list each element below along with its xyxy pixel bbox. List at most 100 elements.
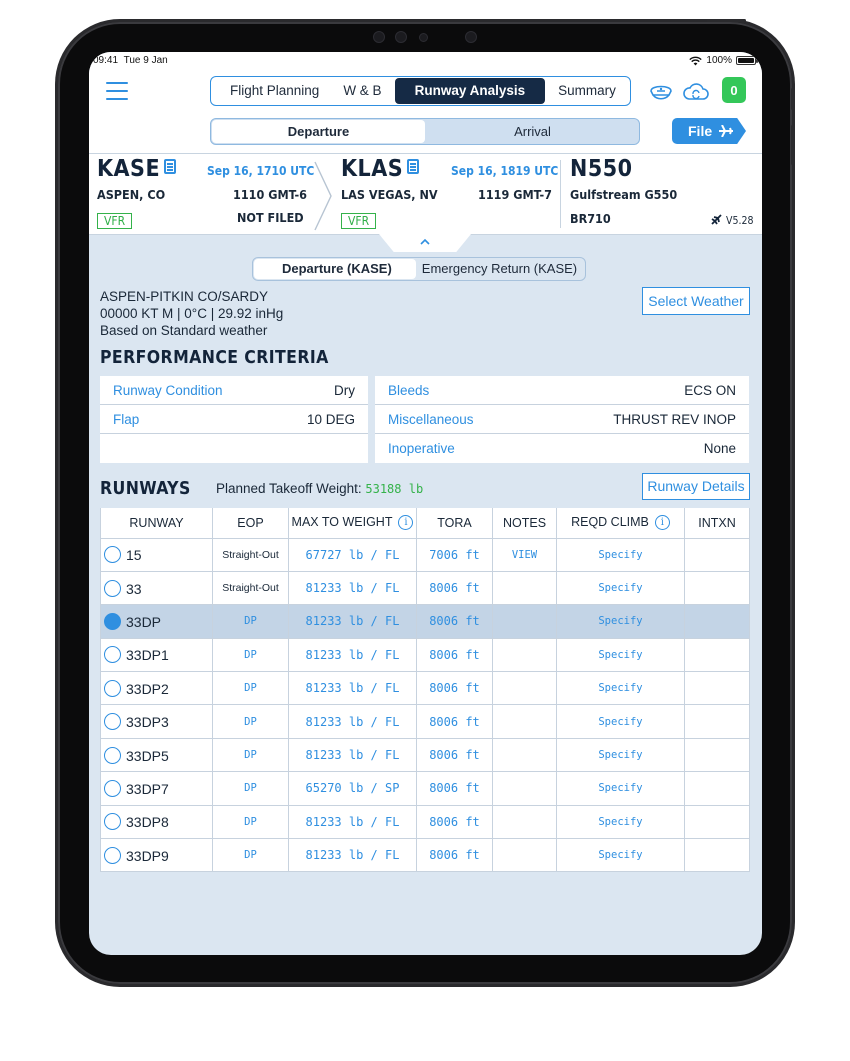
criteria-inoperative[interactable]: Inoperative None	[375, 434, 749, 463]
reqd-climb-value[interactable]: Specify	[598, 816, 642, 828]
runway-row[interactable]: 33 Straight-Out 81233 lb / FL 8006 ft Specif…	[100, 570, 750, 606]
reqd-climb-cell[interactable]: Specify	[556, 737, 685, 773]
reqd-climb-value[interactable]: Specify	[598, 782, 642, 794]
reqd-climb-cell[interactable]: Specify	[556, 671, 685, 706]
tab-flight-planning[interactable]: Flight Planning	[211, 77, 331, 105]
runway-radio[interactable]	[104, 746, 121, 764]
reqd-climb-value[interactable]: Specify	[598, 582, 642, 594]
runway-cell[interactable]: 33	[100, 570, 213, 606]
select-weather-button[interactable]: Select Weather	[642, 287, 750, 315]
runway-cell[interactable]: 33DP1	[100, 637, 213, 673]
criteria-miscellaneous[interactable]: Miscellaneous THRUST REV INOP	[375, 405, 749, 434]
pilot-cap-icon[interactable]	[647, 78, 675, 106]
reqd-climb-value[interactable]: Specify	[598, 549, 642, 561]
runway-row[interactable]: 33DP8 DP 81233 lb / FL 8006 ft Specify	[100, 804, 750, 840]
menu-icon[interactable]	[106, 82, 128, 100]
departure-flight-rules: VFR	[97, 213, 133, 229]
file-button[interactable]: File	[672, 118, 746, 144]
runway-cell[interactable]: 33DP3	[100, 704, 213, 739]
intxn-cell[interactable]	[684, 804, 750, 840]
intxn-cell[interactable]	[684, 737, 750, 773]
runway-row[interactable]: 33DP9 DP 81233 lb / FL 8006 ft Specify	[100, 838, 750, 873]
reqd-climb-cell[interactable]: Specify	[556, 804, 685, 840]
document-icon[interactable]	[164, 159, 177, 174]
tab-departure[interactable]: Departure	[212, 120, 425, 143]
reqd-climb-cell[interactable]: Specify	[556, 604, 685, 639]
document-icon[interactable]	[407, 159, 420, 174]
reqd-climb-value[interactable]: Specify	[598, 749, 642, 761]
max-weight-value: 81233 lb / FL	[305, 581, 400, 596]
notification-badge[interactable]: 0	[722, 77, 746, 103]
tail-number[interactable]: N550	[570, 156, 633, 182]
reqd-climb-cell[interactable]: Specify	[556, 570, 685, 606]
runway-radio[interactable]	[104, 679, 121, 697]
notes-link[interactable]: VIEW	[512, 549, 537, 561]
runway-row[interactable]: 15 Straight-Out 67727 lb / FL 7006 ft VIEW Sp…	[100, 537, 750, 572]
tab-departure-kase[interactable]: Departure (KASE)	[254, 259, 416, 279]
runway-radio[interactable]	[104, 713, 121, 731]
runway-cell[interactable]: 33DP2	[100, 671, 213, 706]
reqd-climb-cell[interactable]: Specify	[556, 704, 685, 739]
intxn-cell[interactable]	[684, 771, 750, 806]
runway-radio[interactable]	[104, 546, 121, 564]
reqd-climb-value[interactable]: Specify	[598, 849, 642, 861]
intxn-cell[interactable]	[684, 537, 750, 572]
reqd-climb-cell[interactable]: Specify	[556, 838, 685, 873]
runway-row[interactable]: 33DP1 DP 81233 lb / FL 8006 ft Specify	[100, 637, 750, 673]
reqd-climb-value[interactable]: Specify	[598, 649, 642, 661]
notes-cell	[492, 804, 557, 840]
arrival-airport[interactable]: KLAS	[341, 156, 420, 182]
runway-cell[interactable]: 33DP8	[100, 804, 213, 840]
runway-row[interactable]: 33DP5 DP 81233 lb / FL 8006 ft Specify	[100, 737, 750, 773]
intxn-cell[interactable]	[684, 838, 750, 873]
runway-row[interactable]: 33DP DP 81233 lb / FL 8006 ft Specify	[100, 604, 750, 639]
criteria-bleeds[interactable]: Bleeds ECS ON	[375, 376, 749, 405]
reqd-climb-cell[interactable]: Specify	[556, 771, 685, 806]
chevron-up-icon[interactable]	[419, 238, 431, 246]
criteria-runway-condition[interactable]: Runway Condition Dry	[100, 376, 368, 405]
runway-row[interactable]: 33DP2 DP 81233 lb / FL 8006 ft Specify	[100, 671, 750, 706]
tab-summary[interactable]: Summary	[546, 77, 630, 105]
runway-radio[interactable]	[104, 779, 121, 797]
intxn-cell[interactable]	[684, 570, 750, 606]
notes-cell[interactable]: VIEW	[492, 537, 557, 572]
tab-runway-analysis[interactable]: Runway Analysis	[394, 78, 546, 104]
intxn-cell[interactable]	[684, 604, 750, 639]
info-icon[interactable]: i	[398, 515, 414, 531]
reqd-climb-cell[interactable]: Specify	[556, 637, 685, 673]
col-intxn[interactable]: INTXN	[684, 508, 750, 539]
runway-cell[interactable]: 15	[100, 537, 213, 572]
col-runway[interactable]: RUNWAY	[100, 508, 213, 539]
info-icon[interactable]: i	[654, 515, 670, 531]
reqd-climb-value[interactable]: Specify	[598, 615, 642, 627]
tab-emergency-return[interactable]: Emergency Return (KASE)	[417, 258, 585, 280]
col-reqd-climb[interactable]: REQD CLIMB i	[556, 508, 685, 539]
runway-radio[interactable]	[104, 846, 121, 864]
runway-radio[interactable]	[104, 579, 121, 597]
col-max-to-weight[interactable]: MAX TO WEIGHT i	[288, 508, 417, 539]
runway-cell[interactable]: 33DP9	[100, 838, 213, 873]
runway-row[interactable]: 33DP3 DP 81233 lb / FL 8006 ft Specify	[100, 704, 750, 739]
intxn-cell[interactable]	[684, 671, 750, 706]
reqd-climb-value[interactable]: Specify	[598, 682, 642, 694]
runway-radio[interactable]	[104, 813, 121, 831]
tab-arrival[interactable]: Arrival	[426, 119, 639, 144]
runway-radio[interactable]	[104, 612, 121, 630]
col-notes[interactable]: NOTES	[492, 508, 557, 539]
runway-row[interactable]: 33DP7 DP 65270 lb / SP 8006 ft Specify	[100, 771, 750, 806]
runway-details-button[interactable]: Runway Details	[642, 473, 750, 500]
col-eop[interactable]: EOP	[212, 508, 289, 539]
col-tora[interactable]: TORA	[416, 508, 493, 539]
intxn-cell[interactable]	[684, 704, 750, 739]
cloud-sync-icon[interactable]	[682, 78, 710, 106]
runway-cell[interactable]: 33DP	[100, 604, 213, 639]
runway-cell[interactable]: 33DP5	[100, 737, 213, 773]
tab-weight-balance[interactable]: W & B	[331, 77, 393, 105]
intxn-cell[interactable]	[684, 637, 750, 673]
runway-cell[interactable]: 33DP7	[100, 771, 213, 806]
reqd-climb-value[interactable]: Specify	[598, 716, 642, 728]
reqd-climb-cell[interactable]: Specify	[556, 537, 685, 572]
runway-radio[interactable]	[104, 646, 121, 664]
departure-airport[interactable]: KASE	[97, 156, 177, 182]
criteria-flap[interactable]: Flap 10 DEG	[100, 405, 368, 434]
